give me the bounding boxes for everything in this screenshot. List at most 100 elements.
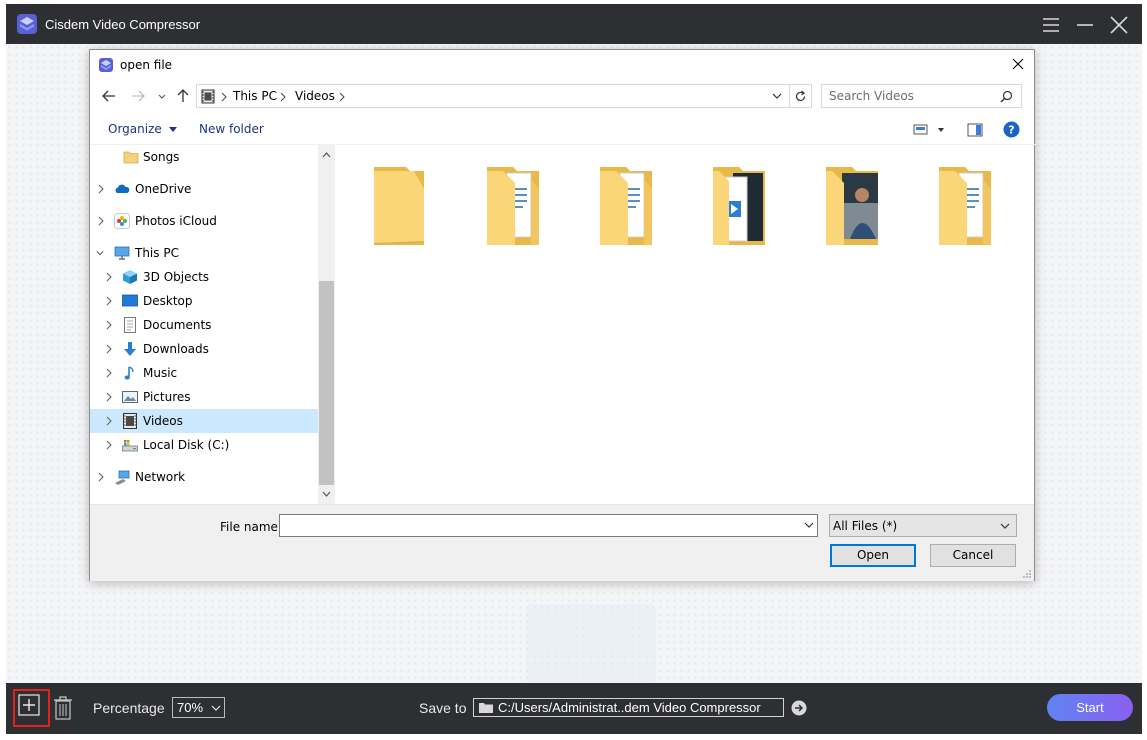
folder-with-documents-icon[interactable] — [479, 159, 555, 249]
minimize-icon[interactable] — [1074, 14, 1096, 36]
breadcrumb-chevron-icon — [221, 92, 227, 102]
documents-icon — [124, 317, 136, 333]
chevron-right-icon[interactable] — [105, 416, 113, 426]
svg-text:?: ? — [1008, 124, 1014, 137]
folder-with-documents-icon[interactable] — [592, 159, 668, 249]
close-icon[interactable] — [1011, 57, 1025, 71]
organize-menu[interactable]: Organize — [108, 122, 177, 136]
navigation-pane[interactable]: Songs OneDrive Photos iCloud This PC 3D … — [90, 145, 318, 504]
file-type-select[interactable]: All Files (*) — [829, 514, 1017, 537]
chevron-right-icon[interactable] — [105, 320, 113, 330]
bottom-bar: Percentage 70% Save to C:/Users/Administ… — [6, 683, 1142, 734]
trash-icon[interactable] — [52, 695, 74, 721]
chevron-down-icon[interactable] — [96, 248, 104, 258]
file-name-input[interactable] — [279, 514, 818, 537]
refresh-icon — [795, 90, 806, 102]
refresh-button[interactable] — [790, 84, 812, 108]
scroll-down-icon[interactable] — [322, 491, 331, 498]
caret-down-icon — [168, 126, 177, 132]
music-icon — [124, 366, 134, 380]
preview-pane-icon[interactable] — [967, 123, 983, 137]
percentage-select[interactable]: 70% — [172, 697, 225, 718]
percentage-value: 70% — [177, 700, 204, 715]
chevron-right-icon[interactable] — [97, 184, 105, 194]
breadcrumb-chevron-icon — [280, 92, 286, 102]
save-path-value: C:/Users/Administrat..dem Video Compress… — [498, 700, 761, 715]
forward-arrow-icon[interactable] — [130, 88, 146, 104]
tree-item-music[interactable]: Music — [90, 361, 318, 385]
pictures-icon — [122, 391, 138, 403]
tree-label: Songs — [143, 150, 180, 164]
tree-item-network[interactable]: Network — [90, 465, 318, 489]
tree-label: Videos — [143, 414, 183, 428]
folder-with-video-icon[interactable] — [705, 159, 781, 249]
up-arrow-icon[interactable] — [175, 88, 191, 104]
close-icon[interactable] — [1108, 14, 1130, 36]
start-button[interactable]: Start — [1047, 694, 1133, 721]
chevron-right-icon[interactable] — [105, 440, 113, 450]
network-icon — [115, 470, 130, 485]
tree-item-downloads[interactable]: Downloads — [90, 337, 318, 361]
resize-grip-icon[interactable] — [1022, 569, 1032, 579]
chevron-down-icon[interactable] — [804, 521, 814, 529]
file-list[interactable] — [336, 145, 1035, 504]
tree-label: This PC — [135, 246, 179, 260]
navigation-scrollbar[interactable] — [318, 145, 335, 504]
tree-label: Desktop — [143, 294, 193, 308]
menu-icon[interactable] — [1040, 14, 1062, 36]
view-options-icon[interactable] — [913, 123, 945, 137]
breadcrumb-this-pc[interactable]: This PC — [233, 89, 277, 103]
breadcrumb-videos[interactable]: Videos — [295, 89, 335, 103]
drop-hint-graphic — [526, 604, 656, 684]
open-button[interactable]: Open — [830, 544, 916, 567]
folder-with-documents-icon[interactable] — [931, 159, 1007, 249]
tree-label: Documents — [143, 318, 212, 332]
tree-item-videos[interactable]: Videos — [90, 409, 318, 433]
tree-label: Local Disk (C:) — [143, 438, 230, 452]
chevron-right-icon[interactable] — [105, 392, 113, 402]
title-bar: Cisdem Video Compressor — [6, 4, 1142, 44]
recent-locations-chevron-icon[interactable] — [154, 88, 170, 104]
dialog-footer: File name: All Files (*) Open Cancel — [90, 504, 1034, 581]
empty-folder-icon[interactable] — [366, 159, 442, 249]
folder-with-photo-icon[interactable] — [818, 159, 894, 249]
tree-item-3d-objects[interactable]: 3D Objects — [90, 265, 318, 289]
chevron-right-icon[interactable] — [105, 368, 113, 378]
tree-item-documents[interactable]: Documents — [90, 313, 318, 337]
chevron-right-icon[interactable] — [97, 472, 105, 482]
photos-icloud-icon — [114, 213, 130, 229]
chevron-right-icon[interactable] — [105, 272, 113, 282]
address-dropdown-chevron-icon[interactable] — [770, 88, 784, 104]
help-icon[interactable]: ? — [1003, 121, 1020, 138]
breadcrumb-chevron-icon — [339, 92, 345, 102]
tree-item-onedrive[interactable]: OneDrive — [90, 177, 318, 201]
app-title: Cisdem Video Compressor — [45, 17, 201, 32]
arrow-right-circle-icon[interactable] — [791, 700, 807, 716]
3d-objects-icon — [123, 270, 137, 284]
tree-item-this-pc[interactable]: This PC — [90, 241, 318, 265]
address-bar[interactable]: This PC Videos — [196, 84, 790, 108]
onedrive-cloud-icon — [115, 184, 130, 193]
videos-icon — [123, 413, 137, 429]
tree-label: Photos iCloud — [135, 214, 217, 228]
chevron-right-icon[interactable] — [105, 344, 113, 354]
scroll-thumb[interactable] — [319, 281, 334, 485]
scroll-up-icon[interactable] — [322, 151, 331, 158]
percentage-label: Percentage — [93, 700, 165, 716]
chevron-right-icon[interactable] — [105, 296, 113, 306]
tree-item-photos-icloud[interactable]: Photos iCloud — [90, 209, 318, 233]
videos-icon — [201, 89, 215, 104]
cancel-button[interactable]: Cancel — [930, 544, 1016, 567]
tree-label: Pictures — [143, 390, 191, 404]
chevron-right-icon[interactable] — [97, 216, 105, 226]
tree-item-songs[interactable]: Songs — [90, 145, 318, 169]
tree-item-local-disk[interactable]: Local Disk (C:) — [90, 433, 318, 457]
save-path-field[interactable]: C:/Users/Administrat..dem Video Compress… — [473, 698, 784, 717]
add-file-icon[interactable] — [18, 694, 40, 716]
tree-item-pictures[interactable]: Pictures — [90, 385, 318, 409]
search-input[interactable]: Search Videos — [821, 84, 1022, 108]
tree-item-desktop[interactable]: Desktop — [90, 289, 318, 313]
app-window: Cisdem Video Compressor Percentage 70% S… — [6, 4, 1142, 734]
new-folder-button[interactable]: New folder — [199, 122, 264, 136]
back-arrow-icon[interactable] — [101, 88, 117, 104]
